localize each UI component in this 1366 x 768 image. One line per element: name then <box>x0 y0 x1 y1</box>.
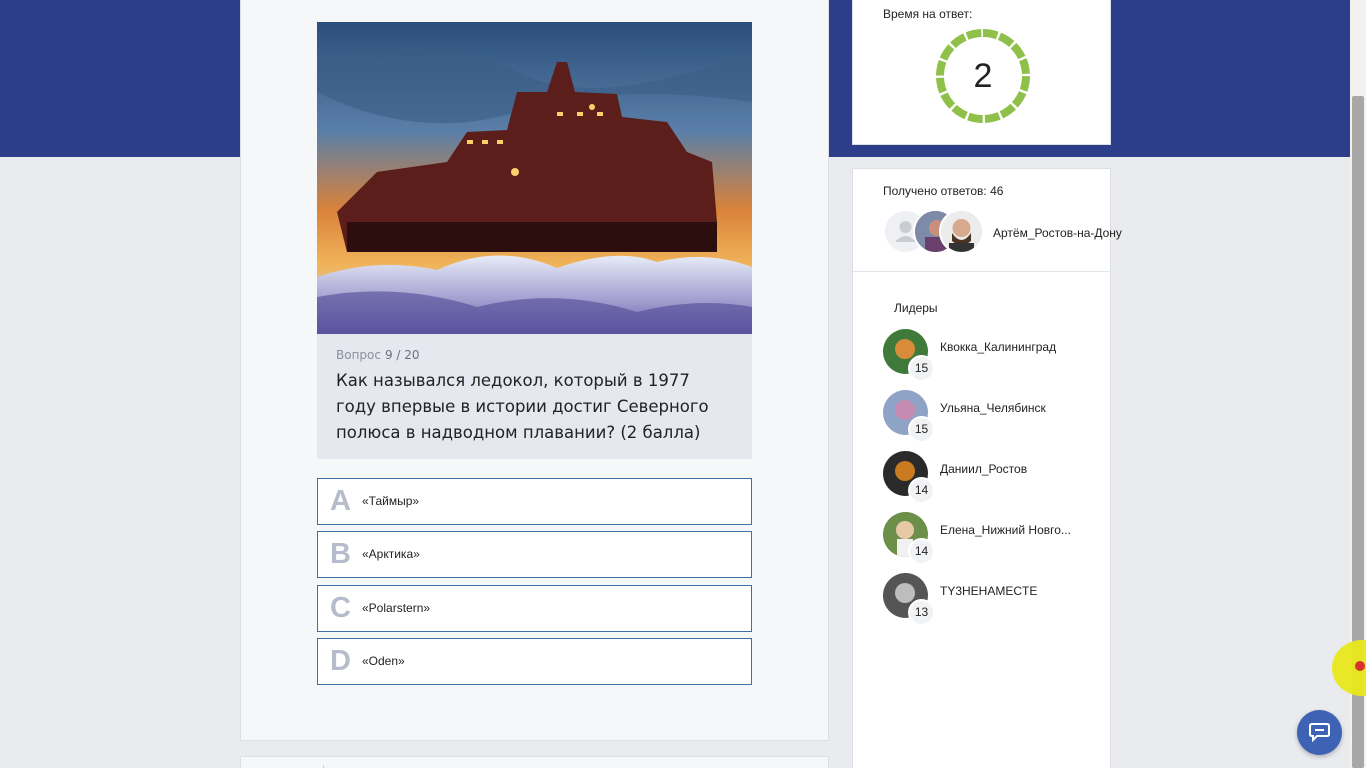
answer-letter: A <box>330 485 351 517</box>
divider <box>853 271 1110 272</box>
leader-item: 15 Ульяна_Челябинск <box>883 390 1103 443</box>
answer-option-c[interactable]: C «Polarstern» <box>317 585 752 632</box>
question-box: Вопрос 9 / 20 Как назывался ледокол, кото… <box>317 334 752 459</box>
chat-bubble-icon <box>1309 723 1330 742</box>
avatar <box>939 209 984 254</box>
leader-name: Даниил_Ростов <box>940 462 1028 476</box>
leader-score: 13 <box>908 599 935 626</box>
question-counter: Вопрос 9 / 20 <box>336 348 733 362</box>
answer-label: «Oden» <box>362 654 405 668</box>
answers-count: Получено ответов: 46 <box>883 184 1004 198</box>
leader-item: 13 TY3HEHAMECTE <box>883 573 1103 626</box>
quiz-card: Вопрос 9 / 20 Как назывался ледокол, кото… <box>240 0 829 741</box>
cursor-pointer-icon <box>1355 661 1365 671</box>
sidebar-card: Получено ответов: 46 Артём_Ростов-на-Дон… <box>852 168 1122 768</box>
leader-name: TY3HEHAMECTE <box>940 584 1038 598</box>
answered-avatars <box>883 209 993 255</box>
leader-item: 14 Елена_Нижний Новго... <box>883 512 1103 565</box>
leader-name: Елена_Нижний Новго... <box>940 523 1071 537</box>
answer-letter: B <box>330 538 351 570</box>
answer-option-d[interactable]: D «Oden» <box>317 638 752 685</box>
answer-option-b[interactable]: B «Арктика» <box>317 531 752 578</box>
answer-label: «Арктика» <box>362 547 420 561</box>
answer-letter: D <box>330 645 351 677</box>
timer-value: 2 <box>973 57 993 95</box>
question-counter-label: Вопрос <box>336 348 381 362</box>
leader-name: Квокка_Калининград <box>940 340 1057 354</box>
leader-score: 15 <box>908 355 935 382</box>
answer-letter: C <box>330 592 351 624</box>
question-text: Как назывался ледокол, который в 1977 го… <box>336 371 709 442</box>
next-card <box>240 756 829 768</box>
leader-name: Ульяна_Челябинск <box>940 401 1046 415</box>
chat-button[interactable] <box>1297 710 1342 755</box>
last-answered-user: Артём_Ростов-на-Дону <box>993 226 1122 240</box>
timer-card: Время на ответ: 2 <box>852 0 1111 145</box>
leader-score: 15 <box>908 416 935 443</box>
answer-option-a[interactable]: A «Таймыр» <box>317 478 752 525</box>
answer-label: «Polarstern» <box>362 601 431 615</box>
leaders-title: Лидеры <box>894 301 938 315</box>
leader-item: 15 Квокка_Калининград <box>883 329 1103 382</box>
leader-score: 14 <box>908 538 935 565</box>
leader-item: 14 Даниил_Ростов <box>883 451 1103 504</box>
answer-label: «Таймыр» <box>362 494 420 508</box>
question-image <box>317 22 752 334</box>
question-counter-value: 9 / 20 <box>384 348 420 362</box>
timer-title: Время на ответ: <box>883 7 973 21</box>
leader-score: 14 <box>908 477 935 504</box>
